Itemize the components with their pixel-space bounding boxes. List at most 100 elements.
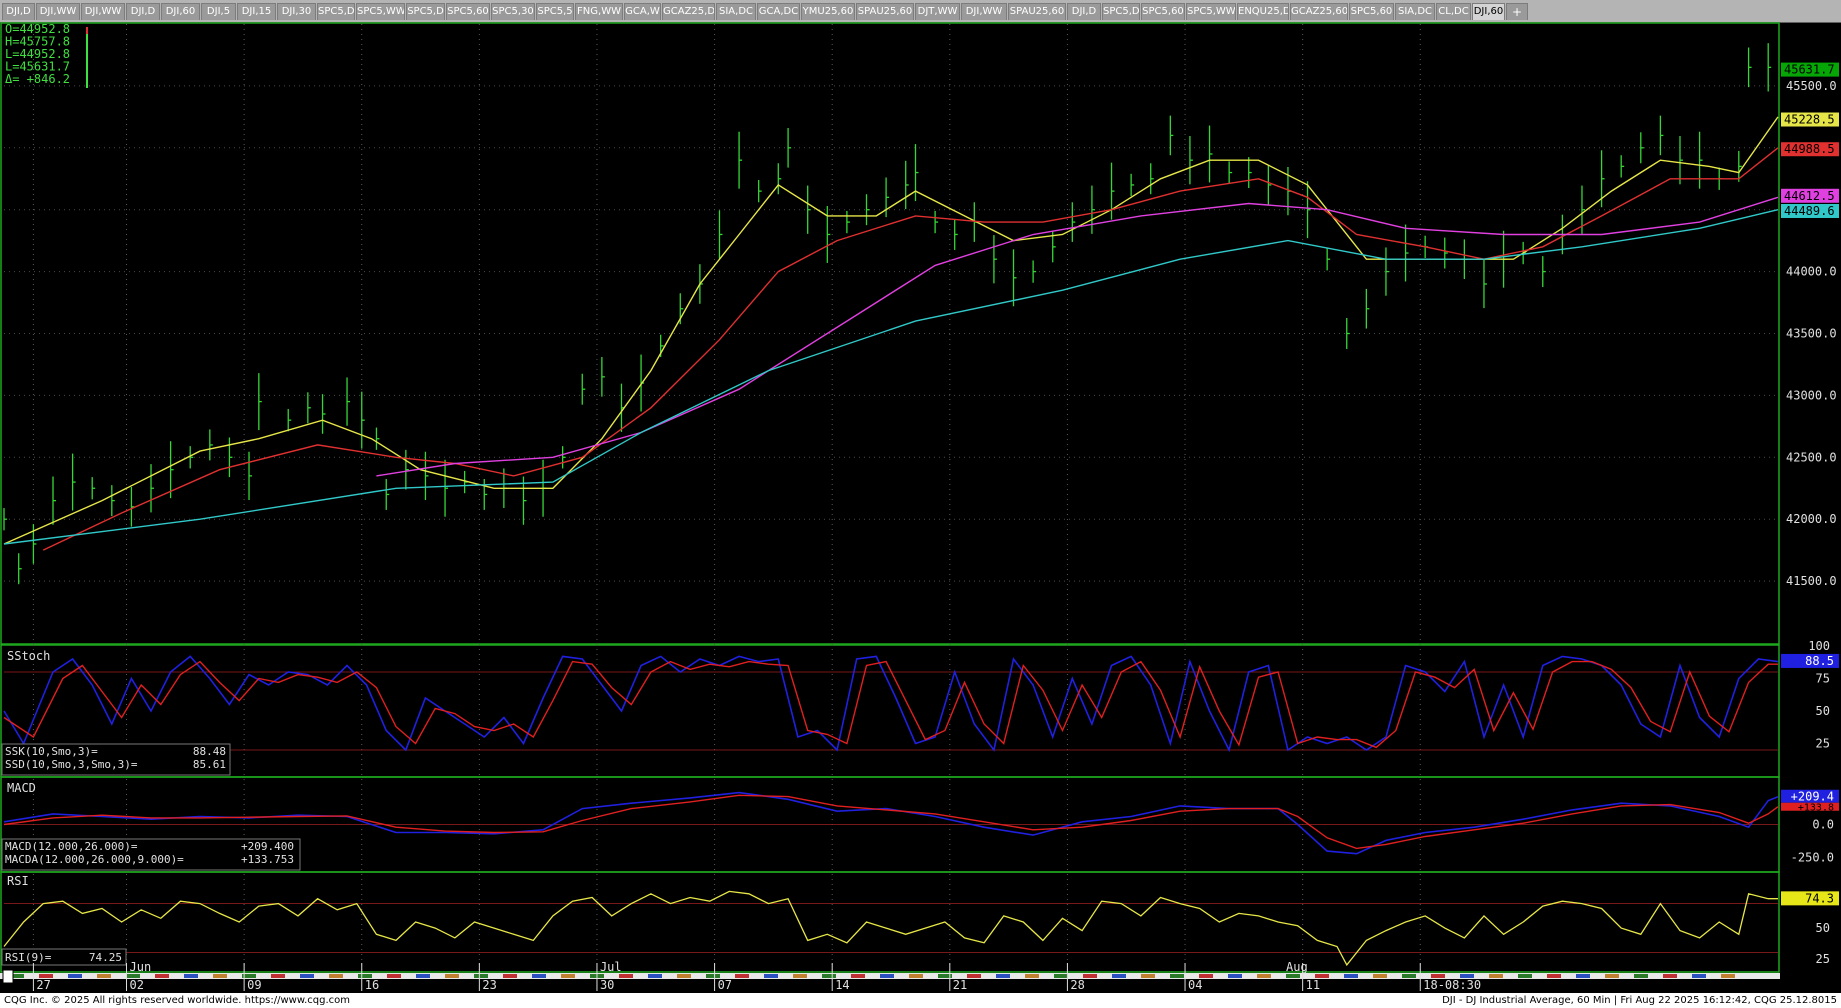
day-tick-label: 14 [835,978,849,992]
session-marker [300,974,314,978]
session-marker [184,974,198,978]
symbol-tab[interactable]: GCAZ25,D [662,3,715,20]
macd-readout-value: +133.753 [241,853,294,866]
rsi-title: RSI [7,874,29,888]
rsi-readout-label: RSI(9)= [5,951,52,964]
pane-border [0,644,1780,778]
rsi-last-value: 74.3 [1805,891,1834,905]
status-footer: CQG Inc. © 2025 All rights reserved worl… [0,993,1841,1008]
price-tick-label: 42500.0 [1786,450,1837,464]
session-marker [1547,974,1561,978]
moving-average-line [42,147,1779,551]
session-marker [1228,974,1242,978]
session-marker [648,974,662,978]
last-price-value: 45631.7 [1784,63,1835,77]
ssd-line [3,660,1778,749]
symbol-tab[interactable]: GCAZ25,60 [1290,3,1348,20]
session-marker [416,974,430,978]
moving-average-last-value: 44489.6 [1784,204,1835,218]
session-marker [387,974,401,978]
session-marker [561,974,575,978]
symbol-tab[interactable]: DJI,D [126,3,160,20]
symbol-tab[interactable]: SPC5,60 [446,3,490,20]
sstoch-readout-label: SSK(10,Smo,3)= [5,745,98,758]
symbol-tab[interactable]: DJT,WW [915,3,960,20]
sstoch-tick-label: 50 [1816,704,1830,718]
scroll-handle[interactable] [2,969,14,984]
symbol-tab[interactable]: SPC5,D [317,3,355,20]
session-marker [1663,974,1677,978]
symbol-tab[interactable]: GCA,DC [757,3,800,20]
session-marker [677,974,691,978]
sstoch-tick-label: 100 [1808,639,1830,653]
symbol-tab[interactable]: SPC5,5 [536,3,574,20]
symbol-tab[interactable]: SPAU25,60 [856,3,914,20]
session-marker [822,974,836,978]
symbol-tab[interactable]: DJI,WW [81,3,125,20]
rsi-tick-label: 25 [1816,952,1830,966]
symbol-tab[interactable]: SPC5,WW [356,3,405,20]
symbol-tab[interactable]: YMU25,60 [801,3,855,20]
symbol-tab[interactable]: DJI,60 [161,3,200,20]
symbol-tab[interactable]: FNG,WW [575,3,623,20]
moving-average-last-value: 44612.5 [1784,189,1835,203]
pane-border [0,871,1780,973]
session-marker [1286,974,1300,978]
day-tick-label: 28 [1070,978,1084,992]
symbol-tab[interactable]: SPAU25,60 [1008,3,1066,20]
session-marker [1576,974,1590,978]
day-tick-label: 04 [1188,978,1202,992]
symbol-tab[interactable]: GCA,W [624,3,661,20]
symbol-tab[interactable]: DJI,5 [201,3,236,20]
symbol-tab[interactable]: ENQU25,D [1237,3,1289,20]
rsi-readout-value: 74.25 [89,951,122,964]
symbol-tab[interactable]: SPC5,D [406,3,445,20]
symbol-tab[interactable]: CL,DC [1436,3,1471,20]
symbol-tab[interactable]: DJI,WW [36,3,80,20]
symbol-tab[interactable]: SPC5,30 [491,3,535,20]
session-marker [1402,974,1416,978]
chart-info-text: DJI - DJ Industrial Average, 60 Min | Fr… [1442,995,1837,1006]
session-marker [1112,974,1126,978]
session-marker [329,974,343,978]
session-marker [1373,974,1387,978]
price-tick-label: 44000.0 [1786,265,1837,279]
ohlc-readout: Δ= +846.2 [5,72,70,86]
symbol-tab[interactable]: DJI,30 [277,3,316,20]
symbol-tab[interactable]: SPC5,60 [1349,3,1394,20]
session-marker [619,974,633,978]
pane-border [0,22,1780,645]
symbol-tab[interactable]: DJI,D [1067,3,1101,20]
price-tick-label: 41500.0 [1786,574,1837,588]
symbol-tab[interactable]: SPC5,60 [1141,3,1185,20]
symbol-tab[interactable]: DJI,WW [961,3,1007,20]
session-marker [445,974,459,978]
price-chart[interactable]: 41500.0 42000.0 42500.0 43000.0 43500.0 44000… [0,22,1841,993]
symbol-tab[interactable]: SIA,DC [716,3,756,20]
symbol-tab[interactable]: SPC5,D [1102,3,1140,20]
symbol-tab[interactable]: DJI,D [2,3,35,20]
macd-readout-label: MACDA(12.000,26.000,9.000)= [5,853,184,866]
symbol-tab[interactable]: SPC5,WW [1186,3,1236,20]
sstoch-tick-label: 75 [1816,672,1830,686]
symbol-tab[interactable]: SIA,DC [1395,3,1435,20]
session-marker [967,974,981,978]
price-tick-label: 43500.0 [1786,327,1837,341]
macd-readout-label: MACD(12.000,26.000)= [5,840,138,853]
day-tick-label: 16 [365,978,379,992]
price-tick-label: 45500.0 [1786,79,1837,93]
day-tick-label: 18-08:30 [1423,978,1481,992]
session-marker [1083,974,1097,978]
add-tab-button[interactable]: + [1506,3,1528,20]
session-marker [793,974,807,978]
day-tick-label: 30 [600,978,614,992]
macd-tick-label: 0.0 [1812,818,1834,832]
session-marker [909,974,923,978]
sstoch-readout-value: 88.48 [193,745,226,758]
session-marker [1025,974,1039,978]
symbol-tab[interactable]: DJI,60 [1472,3,1505,20]
moving-average-last-value: 44988.5 [1784,142,1835,156]
session-marker [1634,974,1648,978]
session-marker [97,974,111,978]
symbol-tab[interactable]: DJI,15 [237,3,276,20]
